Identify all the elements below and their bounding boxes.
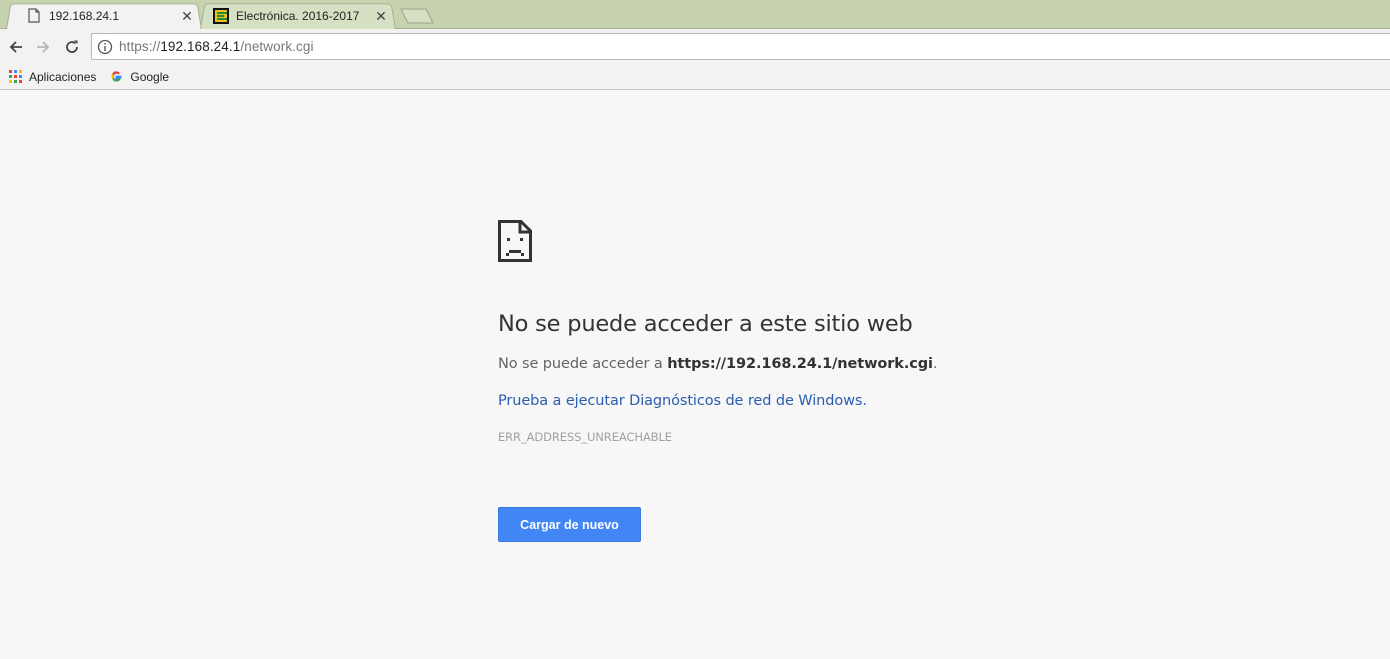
apps-grid-icon: [9, 70, 22, 83]
back-button[interactable]: [6, 37, 26, 57]
info-icon[interactable]: [97, 39, 113, 55]
arrow-left-icon: [9, 41, 22, 53]
google-g-icon: [110, 70, 123, 83]
page-icon: [26, 8, 42, 24]
tab-title: Electrónica. 2016-2017: [236, 8, 360, 23]
tab-electronica[interactable]: Electrónica. 2016-2017 ✕: [200, 2, 396, 30]
error-code: ERR_ADDRESS_UNREACHABLE: [498, 430, 672, 444]
close-tab-icon[interactable]: ✕: [180, 9, 194, 23]
bookmark-apps[interactable]: Aplicaciones: [9, 70, 96, 84]
arrow-right-icon: [37, 41, 50, 53]
reload-button[interactable]: [62, 37, 82, 57]
reload-icon: [66, 40, 78, 53]
tab-strip: 192.168.24.1 ✕ Electrónica. 2016-2017 ✕: [0, 0, 1390, 30]
close-tab-icon[interactable]: ✕: [374, 9, 388, 23]
network-diagnostics-link[interactable]: Prueba a ejecutar Diagnósticos de red de…: [498, 393, 867, 409]
bookmark-label: Aplicaciones: [29, 69, 97, 84]
bookmark-google[interactable]: Google: [110, 70, 169, 84]
new-tab-button[interactable]: [400, 8, 434, 24]
error-description: No se puede acceder a https://192.168.24…: [498, 356, 938, 372]
site-logo-icon: [213, 7, 229, 24]
address-bar[interactable]: https://192.168.24.1/network.cgi: [91, 33, 1390, 60]
error-url: https://192.168.24.1/network.cgi: [667, 356, 933, 372]
error-page: No se puede acceder a este sitio web No …: [498, 220, 1058, 542]
tab-192-168-24-1[interactable]: 192.168.24.1 ✕: [6, 2, 202, 30]
tab-title: 192.168.24.1: [49, 8, 120, 23]
bookmarks-bar: Aplicaciones Google: [0, 64, 1390, 90]
toolbar: https://192.168.24.1/network.cgi: [0, 29, 1390, 64]
reload-page-button[interactable]: Cargar de nuevo: [498, 507, 641, 542]
url-text[interactable]: https://192.168.24.1/network.cgi: [119, 39, 314, 54]
sad-page-icon: [498, 220, 532, 262]
bookmark-label: Google: [130, 69, 170, 84]
forward-button[interactable]: [33, 37, 53, 57]
error-title: No se puede acceder a este sitio web: [498, 311, 913, 337]
